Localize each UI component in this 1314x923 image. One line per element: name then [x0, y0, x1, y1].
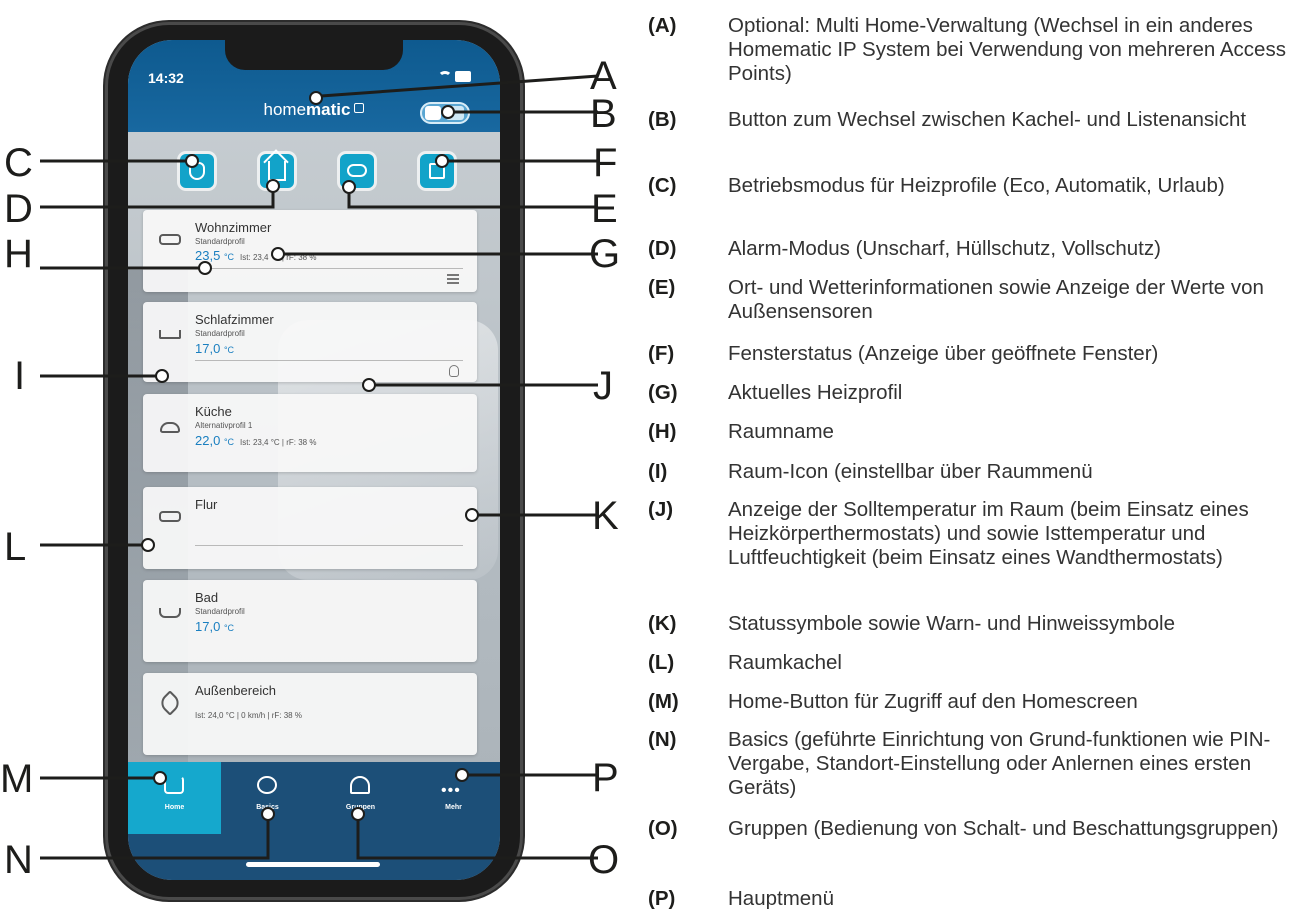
- marker-k: K: [592, 494, 619, 538]
- tab-label: Home: [164, 804, 185, 811]
- lamp-icon: [350, 776, 370, 794]
- tab-home[interactable]: Home: [128, 762, 221, 834]
- room-profile: Standardprofil: [195, 607, 245, 616]
- room-tile-aussenbereich[interactable]: Außenbereich Ist: 24,0 °C | 0 km/h | rF:…: [143, 673, 477, 755]
- brand-prefix: home: [263, 100, 307, 119]
- view-toggle-button[interactable]: [420, 102, 470, 124]
- sofa-icon: [157, 228, 183, 250]
- room-temperature: 22,0 °C Ist: 23,4 °C | rF: 38 %: [195, 433, 317, 448]
- room-tile-wohnzimmer[interactable]: Wohnzimmer Standardprofil 23,5 °C Ist: 23…: [143, 210, 477, 292]
- heating-mode-button[interactable]: [180, 154, 214, 188]
- marker-n: N: [4, 838, 33, 882]
- room-profile: Standardprofil: [195, 237, 245, 246]
- thermostat-icon: [189, 162, 205, 180]
- list-icon: [447, 274, 459, 284]
- alarm-mode-button[interactable]: [260, 154, 294, 188]
- room-temperature: 17,0 °C: [195, 619, 235, 634]
- room-name: Schlafzimmer: [195, 312, 274, 327]
- tab-mehr[interactable]: ••• Mehr: [407, 762, 500, 834]
- more-icon: •••: [441, 782, 461, 799]
- home-icon: [164, 776, 184, 794]
- tab-label: Gruppen: [345, 804, 376, 811]
- marker-l: L: [4, 525, 27, 569]
- status-icons: [438, 70, 472, 84]
- wifi-icon: [438, 71, 452, 83]
- house-alarm-icon: [268, 161, 286, 181]
- marker-b: B: [590, 92, 617, 136]
- weather-button[interactable]: [340, 154, 374, 188]
- marker-j: J: [593, 364, 613, 408]
- bed-icon: [157, 322, 183, 344]
- room-name: Wohnzimmer: [195, 220, 272, 235]
- window-icon: [429, 163, 445, 179]
- marker-m: M: [0, 757, 34, 801]
- window-status-button[interactable]: [420, 154, 454, 188]
- room-tile-bad[interactable]: Bad Standardprofil 17,0 °C: [143, 580, 477, 662]
- lightbulb-icon: [449, 365, 459, 377]
- pot-icon: [157, 414, 183, 436]
- tile-divider: [195, 268, 463, 269]
- room-tile-flur[interactable]: Flur: [143, 487, 477, 569]
- tab-basics[interactable]: Basics: [221, 762, 314, 834]
- room-tile-kueche[interactable]: Küche Alternativprofil 1 22,0 °C Ist: 23,…: [143, 394, 477, 472]
- room-name: Außenbereich: [195, 683, 276, 698]
- marker-o: O: [588, 838, 620, 882]
- marker-p: P: [592, 756, 619, 800]
- list-view-icon: [446, 106, 464, 120]
- room-sensor-values: Ist: 24,0 °C | 0 km/h | rF: 38 %: [195, 711, 302, 720]
- marker-e: E: [591, 187, 618, 231]
- tile-divider: [195, 360, 463, 361]
- gear-icon: [257, 776, 277, 794]
- room-name: Bad: [195, 590, 219, 605]
- tile-view-icon: [425, 106, 441, 120]
- room-temperature: 17,0 °C: [195, 341, 235, 356]
- brand-suffix: matic: [306, 100, 351, 119]
- status-time: 14:32: [148, 70, 184, 86]
- tab-gruppen[interactable]: Gruppen: [314, 762, 407, 834]
- room-temperature: 23,5 °C Ist: 23,4 °C | rF: 38 %: [195, 248, 317, 263]
- battery-icon: [455, 71, 471, 82]
- cloud-icon: [347, 164, 367, 177]
- home-indicator[interactable]: [246, 862, 380, 867]
- bathtub-icon: [157, 598, 183, 620]
- room-name: Flur: [195, 497, 218, 512]
- marker-h: H: [4, 232, 33, 276]
- marker-i: I: [14, 354, 26, 398]
- tab-label: Mehr: [445, 804, 462, 811]
- room-name: Küche: [195, 404, 232, 419]
- tile-divider: [195, 545, 463, 546]
- marker-c: C: [4, 141, 33, 185]
- phone-notch: [225, 40, 403, 70]
- room-profile: Standardprofil: [195, 329, 245, 338]
- bird-icon: [157, 690, 183, 716]
- sofa-icon: [157, 505, 183, 527]
- tab-label: Basics: [256, 804, 279, 811]
- marker-a: A: [590, 54, 617, 98]
- marker-g: G: [589, 232, 621, 276]
- phone-screen: 14:32 homematic Wohnzimmer Standardprofi…: [128, 40, 500, 880]
- marker-d: D: [4, 187, 33, 231]
- room-tile-schlafzimmer[interactable]: Schlafzimmer Standardprofil 17,0 °C: [143, 302, 477, 382]
- brand-mark-icon: [354, 103, 365, 113]
- room-profile: Alternativprofil 1: [195, 421, 253, 430]
- marker-f: F: [593, 141, 618, 185]
